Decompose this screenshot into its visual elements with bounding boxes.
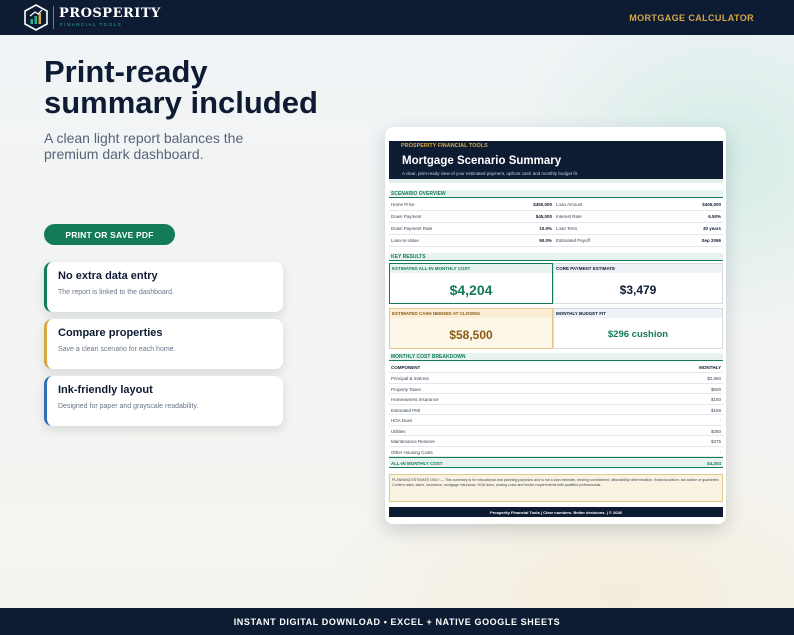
feature-card-ink-friendly-layout: Ink-friendly layout Designed for paper a… <box>44 376 283 426</box>
kpi-value: $296 cushion <box>607 329 669 340</box>
breakdown-row: Property Taxes $600 <box>389 384 723 394</box>
feature-description: Designed for paper and grayscale readabi… <box>58 403 199 410</box>
overview-label: Loan Term <box>556 226 578 231</box>
breakdown-name: Utilities <box>391 428 406 434</box>
breakdown-row: Principal & Interest $2,560 <box>389 373 723 384</box>
report-title: Mortgage Scenario Summary <box>402 155 562 167</box>
overview-value: 30 years <box>702 226 721 231</box>
overview-label: Down Payment <box>391 214 422 219</box>
breakdown-name: Homeowners Insurance <box>391 397 439 402</box>
overview-label: Loan Amount <box>556 202 583 207</box>
breakdown-row: HOA Dues - <box>389 415 723 426</box>
bottom-banner: INSTANT DIGITAL DOWNLOAD • EXCEL + NATIV… <box>0 608 794 635</box>
breakdown-name: HOA Dues <box>391 418 413 423</box>
kpi-cash-needed-at-closing: ESTIMATED CASH NEEDED AT CLOSING $58,500 <box>389 308 553 349</box>
feature-title: Ink-friendly layout <box>58 384 153 396</box>
breakdown-value: $2,560 <box>707 376 721 381</box>
breakdown-row: Maintenance Reserve $375 <box>389 436 723 447</box>
bottom-banner-text: INSTANT DIGITAL DOWNLOAD • EXCEL + NATIV… <box>233 616 561 627</box>
feature-description: The report is linked to the dashboard. <box>58 289 174 296</box>
overview-value: 6.50% <box>708 214 721 219</box>
section-key-results: KEY RESULTS <box>389 253 723 261</box>
logo-divider <box>53 6 54 29</box>
kpi-all-in-monthly-cost: ESTIMATED ALL-IN MONTHLY COST $4,204 <box>389 263 553 304</box>
breakdown-name: Maintenance Reserve <box>391 439 435 444</box>
section-scenario-overview: SCENARIO OVERVIEW <box>389 190 723 198</box>
overview-row: Home Price $450,000 Loan Amount $405,000 <box>389 199 723 211</box>
report-brand: PROSPERITY FINANCIAL TOOLS <box>401 143 488 149</box>
breakdown-name: Property Taxes <box>391 386 421 392</box>
kpi-label: ESTIMATED CASH NEEDED AT CLOSING <box>392 311 481 316</box>
overview-label: Loan-to-Value <box>391 238 419 243</box>
kpi-label: ESTIMATED ALL-IN MONTHLY COST <box>392 266 471 271</box>
kpi-label: MONTHLY BUDGET FIT <box>556 311 607 316</box>
feature-card-no-extra-data-entry: No extra data entry The report is linked… <box>44 262 283 312</box>
report-footer: Prosperity Financial Tools | Clear numbe… <box>389 507 723 517</box>
report-header: PROSPERITY FINANCIAL TOOLS Mortgage Scen… <box>389 141 723 179</box>
report-preview: PROSPERITY FINANCIAL TOOLS Mortgage Scen… <box>385 127 726 524</box>
overview-row: Down Payment Rate 10.0% Loan Term 30 yea… <box>389 223 723 235</box>
kpi-core-payment-estimate: CORE PAYMENT ESTIMATE $3,479 <box>553 263 723 304</box>
breakdown-value: - <box>719 418 722 423</box>
breakdown-value: $350 <box>710 428 721 434</box>
overview-value: $45,000 <box>535 214 552 219</box>
overview-value: Sep 2056 <box>701 238 721 243</box>
feature-title: Compare properties <box>58 327 163 339</box>
kpi-monthly-budget-fit: MONTHLY BUDGET FIT $296 cushion <box>553 308 723 349</box>
page-subhead: A clean light report balances the premiu… <box>44 130 244 162</box>
breakdown-header-row: COMPONENT MONTHLY <box>389 362 723 373</box>
kpi-value: $4,204 <box>449 282 493 298</box>
brand-name[interactable]: PROSPERITY <box>59 6 161 21</box>
print-or-save-pdf-button[interactable]: PRINT OR SAVE PDF <box>44 224 175 245</box>
feature-title: No extra data entry <box>58 270 158 282</box>
overview-value: 10.0% <box>539 226 552 231</box>
breakdown-row: Other Housing Costs - <box>389 447 723 457</box>
breakdown-row: Utilities $350 <box>389 426 723 436</box>
section-monthly-cost-breakdown: MONTHLY COST BREAKDOWN <box>389 353 723 361</box>
overview-label: Home Price <box>391 202 415 207</box>
feature-description: Save a clean scenario for each home. <box>58 346 176 353</box>
kpi-value: $58,500 <box>449 328 493 342</box>
breakdown-value: $169 <box>710 407 721 413</box>
brand-tagline: FINANCIAL TOOLS <box>60 22 123 27</box>
breakdown-value: - <box>719 449 722 455</box>
column-header-monthly: MONTHLY <box>699 365 721 370</box>
overview-value: $405,000 <box>702 202 721 207</box>
overview-row: Down Payment $45,000 Interest Rate 6.50% <box>389 211 723 223</box>
page-headline: Print-ready summary included <box>44 56 374 118</box>
kpi-value: $3,479 <box>619 283 657 297</box>
breakdown-name: Estimated PMI <box>391 407 421 413</box>
kpi-label: CORE PAYMENT ESTIMATE <box>556 266 616 271</box>
breakdown-row: Homeowners Insurance $150 <box>389 394 723 405</box>
headline-line-1: Print-ready <box>44 54 208 89</box>
breakdown-value: $600 <box>710 386 721 392</box>
overview-value: $450,000 <box>533 202 552 207</box>
report-description: A clear, print-ready view of your estima… <box>402 171 579 176</box>
overview-value: 90.0% <box>539 238 552 243</box>
logo-hexagon-icon <box>24 4 48 31</box>
breakdown-value: $375 <box>710 439 721 444</box>
report-header-strip <box>389 179 723 183</box>
planning-disclaimer: PLANNING ESTIMATE ONLY — This summary is… <box>389 474 723 502</box>
breakdown-name: Other Housing Costs <box>391 449 433 455</box>
breakdown-total-row: ALL-IN MONTHLY COST $4,204 <box>389 457 723 468</box>
breakdown-name: Principal & Interest <box>391 376 429 381</box>
overview-row: Loan-to-Value 90.0% Estimated Payoff Sep… <box>389 235 723 247</box>
column-header-component: COMPONENT <box>391 365 421 370</box>
breakdown-value: $150 <box>710 397 721 402</box>
overview-label: Interest Rate <box>556 214 582 219</box>
headline-line-2: summary included <box>44 85 318 120</box>
overview-label: Estimated Payoff <box>556 238 590 243</box>
nav-mortgage-calculator[interactable]: MORTGAGE CALCULATOR <box>629 13 754 23</box>
top-bar: PROSPERITY FINANCIAL TOOLS MORTGAGE CALC… <box>0 0 794 35</box>
breakdown-total-name: ALL-IN MONTHLY COST <box>391 461 443 466</box>
breakdown-total-value: $4,204 <box>707 461 721 466</box>
overview-label: Down Payment Rate <box>391 226 433 231</box>
breakdown-row: Estimated PMI $169 <box>389 405 723 415</box>
feature-card-compare-properties: Compare properties Save a clean scenario… <box>44 319 283 369</box>
